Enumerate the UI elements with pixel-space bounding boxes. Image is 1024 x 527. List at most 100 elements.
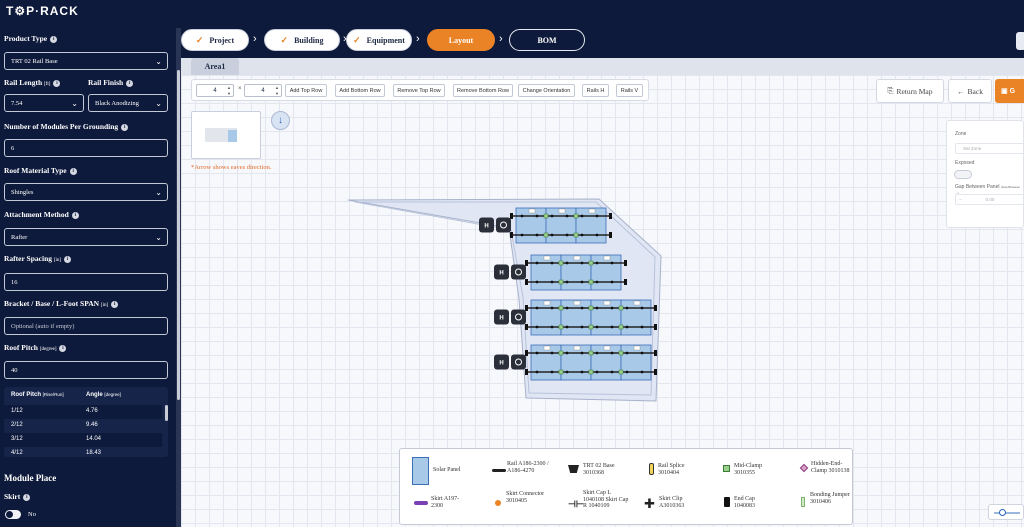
zoom-slider[interactable] xyxy=(988,504,1024,520)
mid-clamp[interactable] xyxy=(558,324,564,330)
base-point xyxy=(565,214,569,218)
check-icon: ✓ xyxy=(353,34,361,45)
base-point xyxy=(625,306,629,310)
modules-per-grounding-input[interactable]: 6 xyxy=(4,139,168,157)
end-cap xyxy=(525,369,528,375)
table-row[interactable]: 3/12 14.04 xyxy=(4,433,162,447)
legend-skirt-clip: Skirt Clip A3010363 xyxy=(659,496,685,509)
row-h-label: H xyxy=(499,316,503,322)
table-row[interactable]: 4/12 18.43 xyxy=(4,447,162,457)
base-point xyxy=(595,351,599,355)
rail-finish-select[interactable]: Black Anodizing ⌄ xyxy=(88,94,168,112)
roof-pitch-input[interactable]: 40 xyxy=(4,361,168,379)
base-point xyxy=(535,280,539,284)
info-icon: i xyxy=(64,255,72,263)
base-point xyxy=(550,280,554,284)
mid-clamp[interactable] xyxy=(588,260,594,266)
mid-clamp[interactable] xyxy=(588,324,594,330)
base-point xyxy=(595,370,599,374)
mid-clamp[interactable] xyxy=(543,232,549,238)
mid-clamp[interactable] xyxy=(588,279,594,285)
sidebar-scrollbar[interactable] xyxy=(177,70,180,400)
solar-panel[interactable] xyxy=(560,254,592,291)
base-point xyxy=(550,325,554,329)
end-cap xyxy=(654,369,657,375)
rotate-button[interactable] xyxy=(511,354,526,370)
area-tab-bar xyxy=(181,58,1024,75)
step-building[interactable]: ✓ Building xyxy=(264,29,340,51)
solar-panel[interactable] xyxy=(620,344,652,381)
rotate-button[interactable] xyxy=(511,264,526,280)
panel-tag xyxy=(633,345,641,351)
rail-length-label: Rail Length [ft] i xyxy=(4,78,61,87)
solar-panel[interactable] xyxy=(530,299,562,336)
base-point xyxy=(595,214,599,218)
base-point xyxy=(565,351,569,355)
table-row[interactable]: 1/12 4.76 xyxy=(4,405,162,419)
panel-tag xyxy=(543,300,551,306)
step-bom[interactable]: BOM xyxy=(509,29,585,51)
step-layout[interactable]: Layout xyxy=(427,29,495,51)
mid-clamp[interactable] xyxy=(618,369,624,375)
attachment-method-select[interactable]: Rafter ⌄ xyxy=(4,228,168,246)
mid-clamp[interactable] xyxy=(543,213,549,219)
step-project[interactable]: ✓ Project xyxy=(181,29,249,51)
top-right-control[interactable] xyxy=(1016,32,1024,50)
tab-area1[interactable]: Area1 xyxy=(191,58,239,75)
solar-panel[interactable] xyxy=(590,299,622,336)
panel-tag xyxy=(588,208,596,214)
mid-clamp[interactable] xyxy=(558,350,564,356)
roof-pitch-table: Roof Pitch [Rise/Run] Angle [degree] 1/1… xyxy=(4,387,168,457)
solar-panel[interactable] xyxy=(575,207,607,244)
panel-tag xyxy=(543,345,551,351)
legend-hidden-end-clamp: Hidden-End-Clamp 3010138 xyxy=(811,461,850,474)
bracket-span-input[interactable]: Optional (auto if empty) xyxy=(4,317,168,335)
mid-clamp[interactable] xyxy=(573,232,579,238)
mid-clamp[interactable] xyxy=(618,305,624,311)
solar-panel[interactable] xyxy=(590,344,622,381)
base-point xyxy=(535,214,539,218)
table-scrollbar[interactable] xyxy=(165,405,168,421)
legend-rail: Rail A186-2300 / A186-4270 xyxy=(507,461,549,474)
panel-tag xyxy=(603,300,611,306)
check-icon: ✓ xyxy=(280,34,289,45)
product-type-select[interactable]: TRT 02 Rail Base ⌄ xyxy=(4,52,168,70)
step-equipment[interactable]: ✓ Equipment xyxy=(346,29,412,51)
base-point xyxy=(520,214,524,218)
mid-clamp[interactable] xyxy=(558,260,564,266)
solar-panel[interactable] xyxy=(515,207,547,244)
solar-panel[interactable] xyxy=(560,344,592,381)
product-type-label: Product Type i xyxy=(4,34,58,43)
mid-clamp[interactable] xyxy=(618,324,624,330)
rafter-spacing-input[interactable]: 16 xyxy=(4,273,168,291)
mid-clamp[interactable] xyxy=(573,213,579,219)
mid-clamp[interactable] xyxy=(558,279,564,285)
rail-length-select[interactable]: 7.54 ⌄ xyxy=(4,94,84,112)
table-row[interactable]: 2/12 9.46 xyxy=(4,419,162,433)
base-point xyxy=(625,325,629,329)
solar-panel[interactable] xyxy=(560,299,592,336)
solar-panel[interactable] xyxy=(545,207,577,244)
base-point xyxy=(535,233,539,237)
solar-panel[interactable] xyxy=(530,254,562,291)
row-h-label: H xyxy=(499,271,503,277)
chevron-right-icon: › xyxy=(416,33,420,45)
mid-clamp[interactable] xyxy=(588,350,594,356)
mid-clamp[interactable] xyxy=(588,305,594,311)
mid-clamp[interactable] xyxy=(558,305,564,311)
base-point xyxy=(640,306,644,310)
solar-panel[interactable] xyxy=(530,344,562,381)
mid-clamp[interactable] xyxy=(618,350,624,356)
mid-clamp[interactable] xyxy=(558,369,564,375)
solar-panel[interactable] xyxy=(590,254,622,291)
info-icon: i xyxy=(53,79,61,87)
solar-panel[interactable] xyxy=(620,299,652,336)
rotate-button[interactable] xyxy=(496,217,511,233)
legend-skirt: Skirt A197-2300 xyxy=(431,496,460,509)
rotate-button[interactable] xyxy=(511,309,526,325)
roof-material-select[interactable]: Shingles ⌄ xyxy=(4,183,168,201)
roof-layout-drawing: H H H H xyxy=(347,198,662,402)
mid-clamp[interactable] xyxy=(588,369,594,375)
zoom-knob[interactable] xyxy=(999,509,1006,516)
skirt-toggle[interactable] xyxy=(5,510,21,519)
